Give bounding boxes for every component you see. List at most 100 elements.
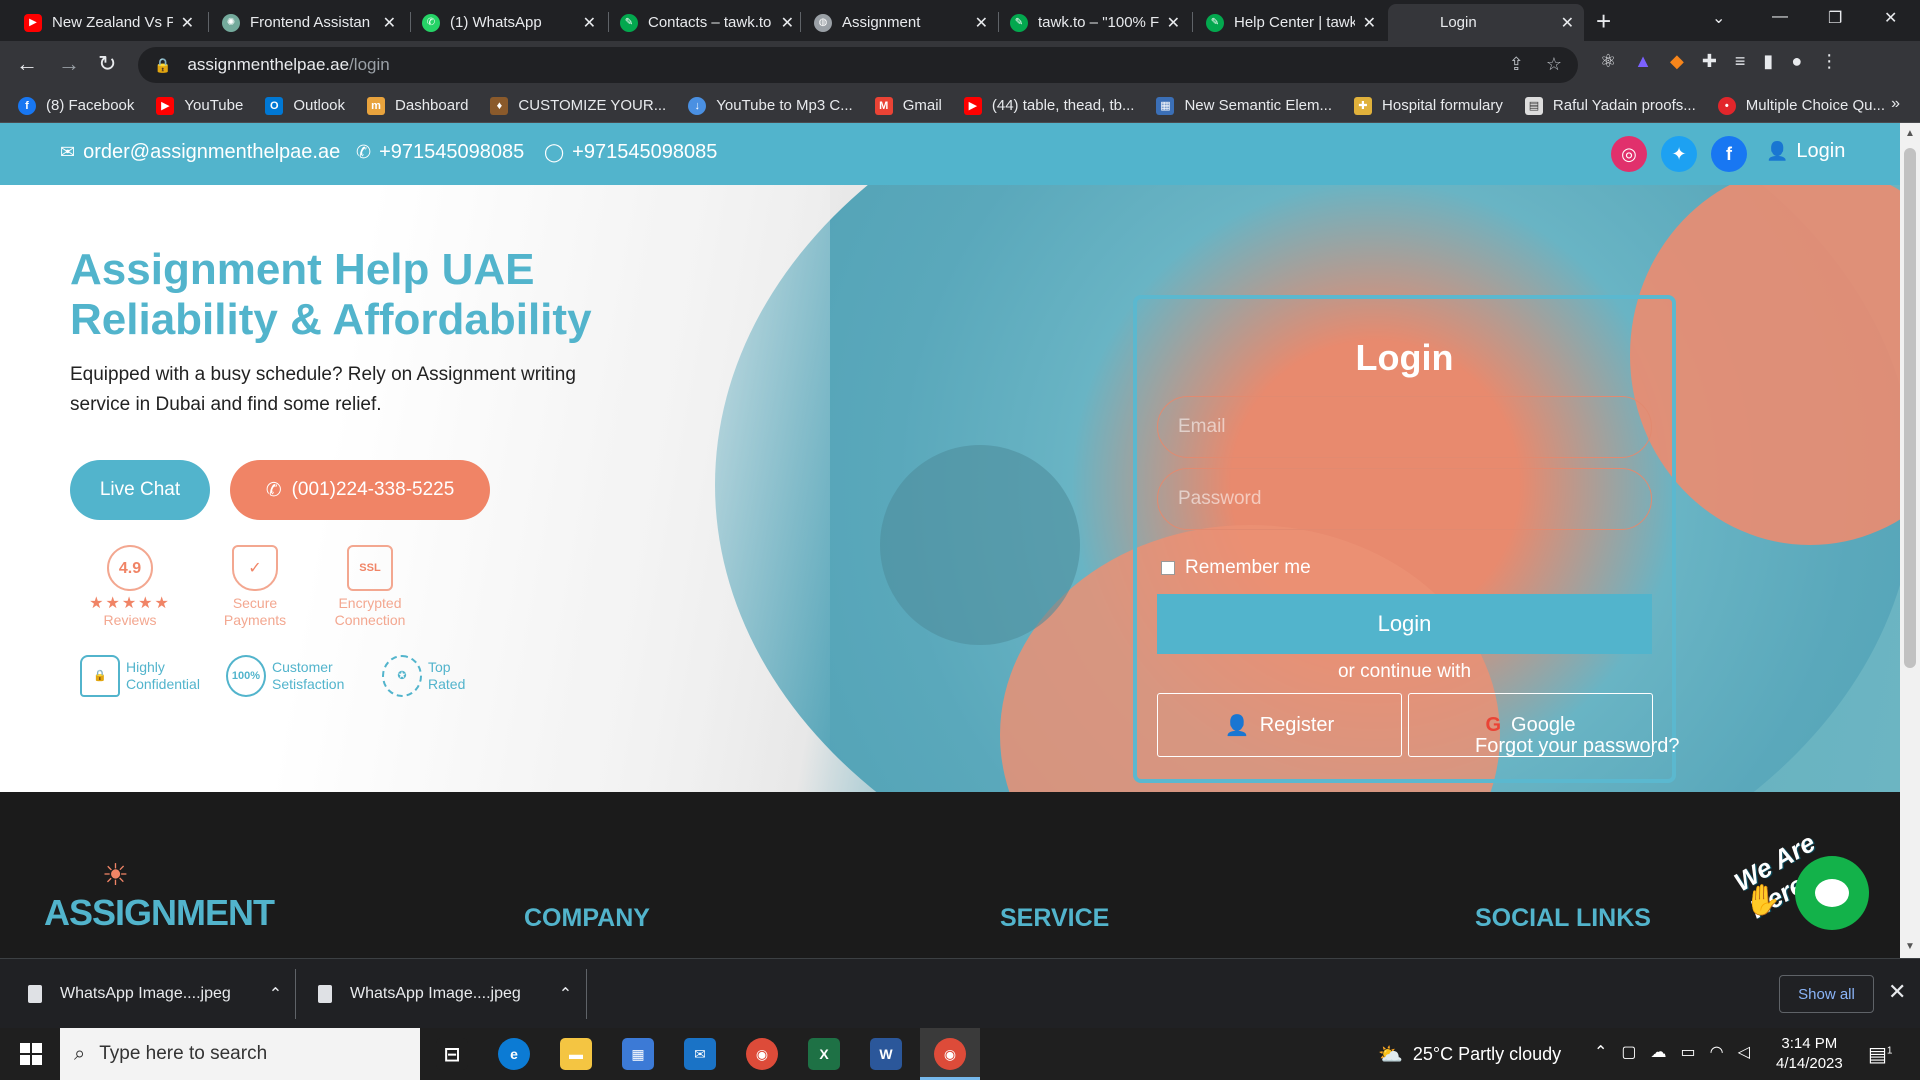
reading-list-icon[interactable]: ≡	[1735, 51, 1746, 72]
gmail-icon: M	[874, 96, 893, 115]
email-field[interactable]	[1157, 396, 1652, 458]
email-link[interactable]: ✉ order@assignmenthelpae.ae	[60, 141, 340, 164]
extensions-puzzle-icon[interactable]: ✚	[1702, 51, 1717, 72]
scroll-down-icon[interactable]: ▼	[1905, 941, 1915, 952]
bookmark-raful[interactable]: ▤ Raful Yadain proofs...	[1524, 96, 1696, 115]
window-close-button[interactable]: ✕	[1884, 8, 1897, 28]
tab-frontend-assistant[interactable]: ✺ Frontend Assistan ✕	[212, 4, 406, 41]
bookmark-table-video[interactable]: ▶ (44) table, thead, tb...	[963, 96, 1134, 115]
file-explorer-icon[interactable]: ▬	[560, 1038, 592, 1070]
close-icon[interactable]: ✕	[1561, 13, 1574, 33]
twitter-icon[interactable]: ✦	[1661, 136, 1697, 172]
forward-button[interactable]: →	[58, 51, 80, 77]
bookmark-dashboard[interactable]: m Dashboard	[367, 96, 468, 115]
menu-kebab-icon[interactable]: ⋮	[1820, 51, 1838, 72]
chevron-up-icon[interactable]: ⌃	[1594, 1042, 1607, 1062]
meet-now-icon[interactable]: ▢	[1621, 1042, 1636, 1062]
chevron-up-icon[interactable]: ⌃	[559, 984, 572, 1004]
volume-icon[interactable]: ◁	[1738, 1042, 1750, 1062]
bookmark-gmail[interactable]: M Gmail	[874, 96, 942, 115]
tab-tawk-contacts[interactable]: ✎ Contacts – tawk.to ✕	[610, 4, 804, 41]
address-bar[interactable]: 🔒 assignmenthelpae.ae /login ⇪ ☆	[138, 47, 1578, 83]
store-icon[interactable]: ▦	[622, 1038, 654, 1070]
download-item[interactable]: WhatsApp Image....jpeg ⌃	[28, 959, 282, 1029]
bookmark-customize[interactable]: ♦ CUSTOMIZE YOUR...	[490, 96, 666, 115]
excel-icon[interactable]: X	[808, 1038, 840, 1070]
chat-widget-button[interactable]	[1795, 856, 1869, 930]
padlock-icon: 🔒	[80, 655, 120, 697]
extension-badge-icon[interactable]: ▲	[1634, 51, 1652, 72]
taskbar-search[interactable]: ⌕ Type here to search	[60, 1028, 420, 1080]
restore-button[interactable]: ❐	[1828, 8, 1842, 28]
tab-assignment[interactable]: ◍ Assignment ✕	[804, 4, 998, 41]
share-icon[interactable]: ⇪	[1509, 54, 1524, 75]
close-icon[interactable]: ✕	[781, 13, 794, 33]
more-bookmarks-button[interactable]: »	[1891, 95, 1900, 113]
minimize-button[interactable]: —	[1772, 8, 1788, 26]
scrollbar-thumb[interactable]	[1904, 148, 1916, 668]
phone-link[interactable]: ✆ +971545098085	[356, 141, 524, 164]
close-icon[interactable]: ✕	[383, 13, 396, 33]
react-devtools-icon[interactable]: ⚛	[1600, 51, 1616, 72]
bookmark-youtube[interactable]: ▶ YouTube	[156, 96, 243, 115]
bookmark-facebook[interactable]: f (8) Facebook	[18, 96, 134, 115]
site-logo[interactable]: ☀ ASSIGNMENT	[44, 859, 275, 934]
close-icon[interactable]: ✕	[1167, 13, 1180, 33]
live-chat-button[interactable]: Live Chat	[70, 460, 210, 520]
profile-avatar[interactable]: ●	[1791, 51, 1802, 72]
remember-me[interactable]: Remember me	[1161, 557, 1311, 579]
lock-icon[interactable]: 🔒	[154, 57, 171, 74]
tab-help-center[interactable]: ✎ Help Center | tawk ✕	[1196, 4, 1386, 41]
close-icon[interactable]: ✕	[975, 13, 988, 33]
close-icon[interactable]: ✕	[1363, 13, 1376, 33]
close-icon[interactable]: ✕	[583, 13, 596, 33]
password-field[interactable]	[1157, 468, 1652, 530]
windows-start-icon[interactable]	[20, 1043, 42, 1065]
remember-checkbox[interactable]	[1161, 561, 1175, 575]
download-item[interactable]: WhatsApp Image....jpeg ⌃	[318, 959, 572, 1029]
clock[interactable]: 3:14 PM 4/14/2023	[1776, 1034, 1843, 1074]
tab-login[interactable]: Login ✕	[1388, 4, 1584, 41]
bookmark-outlook[interactable]: O Outlook	[265, 96, 345, 115]
active-chrome-window[interactable]: ◉	[920, 1028, 980, 1080]
tab-whatsapp[interactable]: ✆ (1) WhatsApp ✕	[412, 4, 606, 41]
forgot-password-link[interactable]: Forgot your password?	[1475, 735, 1680, 758]
page-scrollbar[interactable]: ▲ ▼	[1900, 123, 1920, 958]
facebook-icon[interactable]: f	[1711, 136, 1747, 172]
bookmark-hospital[interactable]: ✚ Hospital formulary	[1354, 96, 1503, 115]
close-icon[interactable]: ✕	[181, 13, 194, 33]
call-button[interactable]: ✆ (001)224-338-5225	[230, 460, 490, 520]
side-panel-icon[interactable]: ▮	[1763, 51, 1773, 72]
word-icon[interactable]: W	[870, 1038, 902, 1070]
show-all-downloads-button[interactable]: Show all	[1779, 975, 1874, 1013]
login-submit-button[interactable]: Login	[1157, 594, 1652, 654]
metamask-icon[interactable]: ◆	[1670, 51, 1684, 72]
weather-widget[interactable]: ⛅ 25°C Partly cloudy	[1378, 1042, 1561, 1067]
reload-button[interactable]: ↻	[98, 51, 116, 77]
tab-search-icon[interactable]: ⌄	[1712, 8, 1725, 28]
instagram-icon[interactable]: ◎	[1611, 136, 1647, 172]
back-button[interactable]: ←	[16, 51, 38, 77]
top-login-link[interactable]: 👤 Login	[1766, 140, 1845, 163]
tab-youtube[interactable]: ▶ New Zealand Vs P ✕	[14, 4, 204, 41]
register-button[interactable]: 👤 Register	[1157, 693, 1402, 757]
bookmark-semantic[interactable]: ▦ New Semantic Elem...	[1156, 96, 1332, 115]
chrome-icon[interactable]: ◉	[746, 1038, 778, 1070]
onedrive-icon[interactable]: ☁	[1651, 1042, 1667, 1062]
tab-tawk-pricing[interactable]: ✎ tawk.to – "100% F ✕	[1000, 4, 1190, 41]
chevron-up-icon[interactable]: ⌃	[269, 984, 282, 1004]
new-tab-button[interactable]: +	[1596, 6, 1611, 37]
battery-icon[interactable]: ▭	[1681, 1042, 1696, 1062]
close-icon[interactable]: ✕	[1888, 979, 1906, 1005]
bookmark-yt-mp3[interactable]: ↓ YouTube to Mp3 C...	[688, 96, 853, 115]
scroll-up-icon[interactable]: ▲	[1905, 128, 1915, 139]
bookmark-mcq[interactable]: • Multiple Choice Qu...	[1717, 96, 1885, 115]
edge-icon[interactable]: e	[498, 1038, 530, 1070]
mail-icon[interactable]: ✉	[684, 1038, 716, 1070]
wifi-icon[interactable]: ◠	[1710, 1042, 1724, 1062]
whatsapp-link[interactable]: ◯ +971545098085	[544, 141, 717, 164]
notification-icon[interactable]: ▤1	[1868, 1042, 1892, 1067]
task-view-icon[interactable]: ⊟	[436, 1038, 468, 1070]
bookmark-star-icon[interactable]: ☆	[1546, 54, 1562, 75]
envelope-icon: ✉	[60, 142, 76, 162]
